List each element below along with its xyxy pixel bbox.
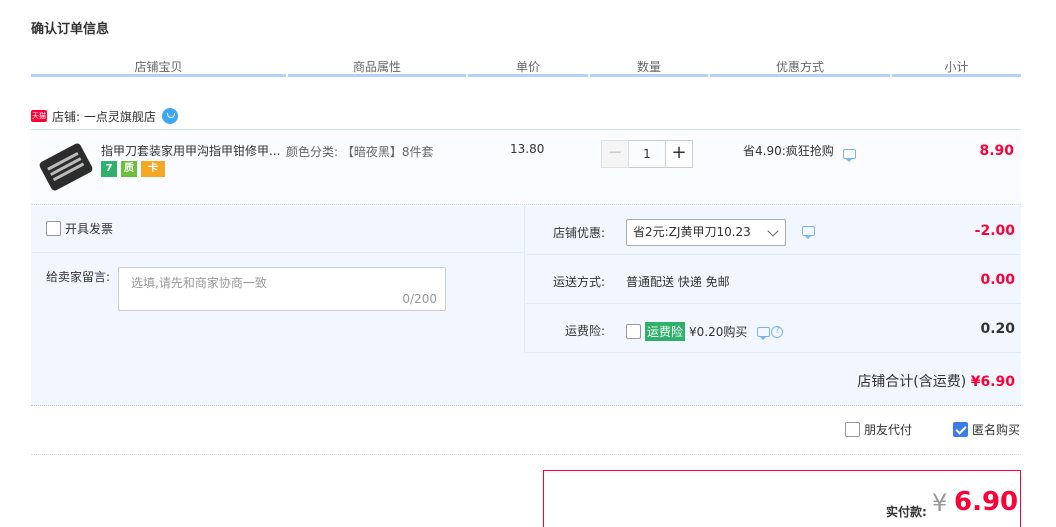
insurance-amount: 0.20 <box>980 321 1015 337</box>
insurance-option[interactable]: 运费险 ¥0.20购买 ? <box>626 322 784 341</box>
order-item-row: 指甲刀套装家用甲沟指甲钳修甲... 7 质 卡 颜色分类: 【暗夜黑】8件套 1… <box>31 129 1021 205</box>
tmall-badge-icon: 天猫 <box>31 110 47 122</box>
column-divider <box>710 74 890 77</box>
anonymous-label: 匿名购买 <box>972 423 1021 437</box>
insurance-price: ¥0.20购买 <box>689 325 748 339</box>
shop-discount-row: 店铺优惠: 省2元:ZJ黄甲刀10.23 -2.00 <box>526 206 1021 255</box>
invoice-label: 开具发票 <box>65 222 114 236</box>
product-thumbnail[interactable] <box>38 141 94 193</box>
unit-price: 13.80 <box>510 142 545 156</box>
payment-label: 实付款: <box>886 505 927 519</box>
help-icon[interactable]: ? <box>771 325 784 338</box>
discount-text: 省4.90:疯狂抢购 <box>743 144 834 158</box>
seller-note-label: 给卖家留言: <box>46 270 111 284</box>
column-divider <box>892 74 1021 77</box>
insurance-tag: 运费险 <box>645 322 686 341</box>
shipping-insurance-row: 运费险: 运费险 ¥0.20购买 ? 0.20 <box>526 304 1021 353</box>
shop-discount-amount: -2.00 <box>974 223 1015 239</box>
message-icon[interactable] <box>757 326 771 340</box>
item-subtotal: 8.90 <box>979 143 1014 159</box>
shop-discount-label: 店铺优惠: <box>552 226 605 240</box>
payment-amount: 6.90 <box>954 487 1019 517</box>
chevron-down-icon <box>767 225 779 237</box>
column-divider <box>288 74 466 77</box>
invoice-note-box: 开具发票 给卖家留言: 选填,请先和商家协商一致 0/200 <box>31 206 525 353</box>
shop-discount-selected: 省2元:ZJ黄甲刀10.23 <box>633 225 751 239</box>
shop-total-row: 店铺合计(含运费) ¥6.90 <box>31 353 1021 406</box>
friend-pay-checkbox[interactable] <box>845 422 860 437</box>
seven-day-return-icon[interactable]: 7 <box>101 161 117 177</box>
invoice-checkbox[interactable] <box>46 221 61 236</box>
shop-total-amount: ¥6.90 <box>970 374 1015 390</box>
quantity-input[interactable]: 1 <box>629 140 665 168</box>
shop-name[interactable]: 店铺: 一点灵旗舰店 <box>52 108 156 125</box>
shipping-row: 运送方式: 普通配送 快递 免邮 0.00 <box>526 255 1021 304</box>
message-icon[interactable] <box>843 149 856 162</box>
shop-discount-select[interactable]: 省2元:ZJ黄甲刀10.23 <box>626 219 786 246</box>
currency-symbol: ¥ <box>932 489 948 517</box>
anonymous-checkbox[interactable] <box>953 422 968 437</box>
order-options-panel: 开具发票 给卖家留言: 选填,请先和商家协商一致 0/200 店铺优惠: 省2元… <box>31 206 1021 406</box>
insurance-checkbox[interactable] <box>626 324 641 339</box>
shop-total: 店铺合计(含运费) ¥6.90 <box>857 371 1015 391</box>
shipping-method: 普通配送 快递 免邮 <box>626 275 730 289</box>
column-divider <box>590 74 708 77</box>
product-property: 颜色分类: 【暗夜黑】8件套 <box>286 145 434 159</box>
column-divider <box>468 74 588 77</box>
quantity-decrease-button[interactable]: − <box>601 140 629 168</box>
insurance-label: 运费险: <box>564 324 605 338</box>
friend-pay-label: 朋友代付 <box>864 423 913 437</box>
shop-total-label: 店铺合计(含运费) <box>857 374 967 390</box>
quantity-stepper: − 1 + <box>601 140 693 168</box>
shop-header: 天猫 店铺: 一点灵旗舰店 <box>31 107 178 125</box>
product-title[interactable]: 指甲刀套装家用甲沟指甲钳修甲... <box>101 142 283 159</box>
message-icon[interactable] <box>802 226 815 239</box>
chat-icon[interactable] <box>161 108 178 124</box>
fee-rows: 店铺优惠: 省2元:ZJ黄甲刀10.23 -2.00 运送方式: 普通配送 快递… <box>526 206 1021 353</box>
divider <box>31 252 525 253</box>
page-title: 确认订单信息 <box>31 22 110 37</box>
column-divider <box>31 74 286 77</box>
seller-note-textarea[interactable]: 选填,请先和商家协商一致 0/200 <box>118 267 446 311</box>
friend-pay-option[interactable]: 朋友代付 <box>845 421 912 438</box>
divider <box>31 454 1021 455</box>
quantity-increase-button[interactable]: + <box>665 140 693 168</box>
discount-info: 省4.90:疯狂抢购 <box>743 142 856 162</box>
anonymous-option[interactable]: 匿名购买 <box>953 421 1020 438</box>
seller-note-placeholder: 选填,请先和商家协商一致 <box>131 276 267 290</box>
char-counter: 0/200 <box>402 292 437 306</box>
credit-card-icon[interactable]: 卡 <box>141 161 165 177</box>
shipping-amount: 0.00 <box>980 272 1015 288</box>
shipping-label: 运送方式: <box>552 275 605 289</box>
payment-summary: 实付款: ¥ 6.90 <box>543 470 1021 527</box>
invoice-option[interactable]: 开具发票 <box>46 220 113 237</box>
service-badges: 7 质 卡 <box>101 161 165 177</box>
quality-guarantee-icon[interactable]: 质 <box>121 161 137 177</box>
